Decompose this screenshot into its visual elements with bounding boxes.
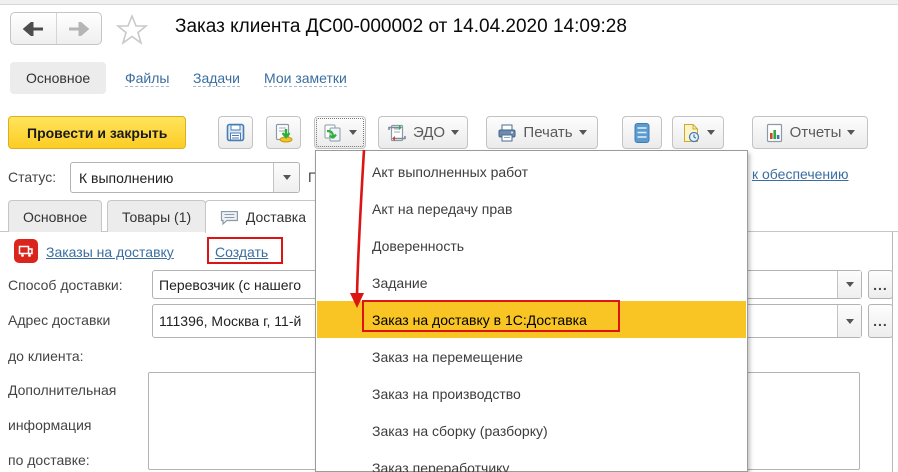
tab-tasks[interactable]: Задачи xyxy=(193,70,241,87)
delivery-orders-link[interactable]: Заказы на доставку xyxy=(46,244,174,260)
delivery-method-more-button[interactable]: ... xyxy=(868,270,893,299)
provision-state-link[interactable]: к обеспечению xyxy=(752,166,848,182)
delivery-info-label-line3: по доставке: xyxy=(8,452,90,468)
edo-label: ЭДО xyxy=(412,124,446,141)
edo-exchange-icon xyxy=(388,124,406,141)
tab-files[interactable]: Файлы xyxy=(125,70,170,87)
menu-item-delivery-order-1c[interactable]: Заказ на доставку в 1С:Доставка xyxy=(317,301,746,338)
menu-item-production-order[interactable]: Заказ на производство xyxy=(317,375,746,412)
form-right-border xyxy=(892,232,893,472)
chevron-down-icon xyxy=(282,175,291,180)
delivery-info-label-line1: Дополнительная xyxy=(8,382,117,398)
delivery-method-dropdown-button[interactable] xyxy=(837,271,861,298)
list-icon xyxy=(634,122,650,143)
menu-item-assembly-order[interactable]: Заказ на сборку (разборку) xyxy=(317,412,746,449)
document-log-button[interactable] xyxy=(672,116,724,149)
form-tab-goods[interactable]: Товары (1) xyxy=(107,200,207,232)
delivery-info-label-line2: информация xyxy=(8,417,92,433)
back-arrow-icon xyxy=(22,21,44,36)
tab-my-notes[interactable]: Мои заметки xyxy=(264,70,347,87)
status-value: К выполнению xyxy=(79,169,174,186)
status-dropdown-button[interactable] xyxy=(273,163,299,192)
create-delivery-order-link[interactable]: Создать xyxy=(215,244,268,260)
create-based-on-menu: Акт выполненных работ Акт на передачу пр… xyxy=(315,150,748,472)
menu-item-act-of-works[interactable]: Акт выполненных работ xyxy=(317,153,746,190)
chevron-down-icon xyxy=(847,130,856,135)
list-view-button[interactable] xyxy=(622,116,662,149)
menu-item-rights-transfer[interactable]: Акт на передачу прав xyxy=(317,190,746,227)
chevron-down-icon xyxy=(578,130,587,135)
chevron-down-icon xyxy=(707,130,715,135)
menu-item-transfer-order[interactable]: Заказ на перемещение xyxy=(317,338,746,375)
favorite-button[interactable] xyxy=(115,13,149,47)
form-tab-goods-label: Товары (1) xyxy=(122,208,192,225)
order-window: Заказ клиента ДС00-000002 от 14.04.2020 … xyxy=(0,0,898,472)
menu-item-power-of-attorney[interactable]: Доверенность xyxy=(317,227,746,264)
edo-button[interactable]: ЭДО xyxy=(378,116,468,149)
post-and-close-button[interactable]: Провести и закрыть xyxy=(8,116,187,149)
delivery-address-label-line1: Адрес доставки xyxy=(8,312,111,328)
chevron-down-icon xyxy=(845,282,854,287)
delivery-address-dropdown-button[interactable] xyxy=(837,305,861,337)
status-label: Статус: xyxy=(8,169,57,185)
page-title: Заказ клиента ДС00-000002 от 14.04.2020 … xyxy=(175,16,627,37)
post-document-button[interactable] xyxy=(266,116,301,149)
delivery-address-more-button[interactable]: ... xyxy=(868,304,893,338)
floppy-disk-icon xyxy=(226,123,245,142)
printer-icon xyxy=(498,124,516,141)
form-tab-main-label: Основное xyxy=(23,208,88,225)
back-button[interactable] xyxy=(11,13,56,44)
history-nav-group xyxy=(10,12,102,45)
form-tab-main[interactable]: Основное xyxy=(8,200,103,232)
reports-label: Отчеты xyxy=(789,124,842,141)
delivery-truck-icon xyxy=(14,239,38,263)
window-top-edge xyxy=(0,0,898,5)
comment-bubble-icon xyxy=(220,210,238,225)
form-tab-delivery[interactable]: Доставка xyxy=(205,200,321,233)
status-select[interactable]: К выполнению xyxy=(70,162,300,193)
menu-item-processor-order[interactable]: Заказ переработчику xyxy=(317,449,746,472)
post-and-close-label: Провести и закрыть xyxy=(27,124,168,141)
document-clock-icon xyxy=(684,123,700,142)
save-button[interactable] xyxy=(218,116,253,149)
delivery-method-label: Способ доставки: xyxy=(8,277,123,293)
create-based-on-button[interactable] xyxy=(314,116,366,149)
delivery-address-label-line2: до клиента: xyxy=(8,348,84,364)
forward-arrow-icon xyxy=(68,21,90,36)
tab-main-section-label: Основное xyxy=(26,70,91,86)
tab-main-section[interactable]: Основное xyxy=(10,62,107,94)
chevron-down-icon xyxy=(451,130,460,135)
print-button[interactable]: Печать xyxy=(486,116,598,149)
report-chart-icon xyxy=(766,123,782,142)
menu-item-task[interactable]: Задание xyxy=(317,264,746,301)
post-document-icon xyxy=(275,123,292,142)
create-based-on-icon xyxy=(324,124,341,141)
form-tab-delivery-label: Доставка xyxy=(245,209,306,225)
chevron-down-icon xyxy=(845,318,854,324)
print-label: Печать xyxy=(523,124,573,141)
reports-button[interactable]: Отчеты xyxy=(752,116,868,149)
chevron-down-icon xyxy=(349,130,357,135)
forward-button[interactable] xyxy=(55,13,102,44)
star-icon xyxy=(115,13,149,46)
